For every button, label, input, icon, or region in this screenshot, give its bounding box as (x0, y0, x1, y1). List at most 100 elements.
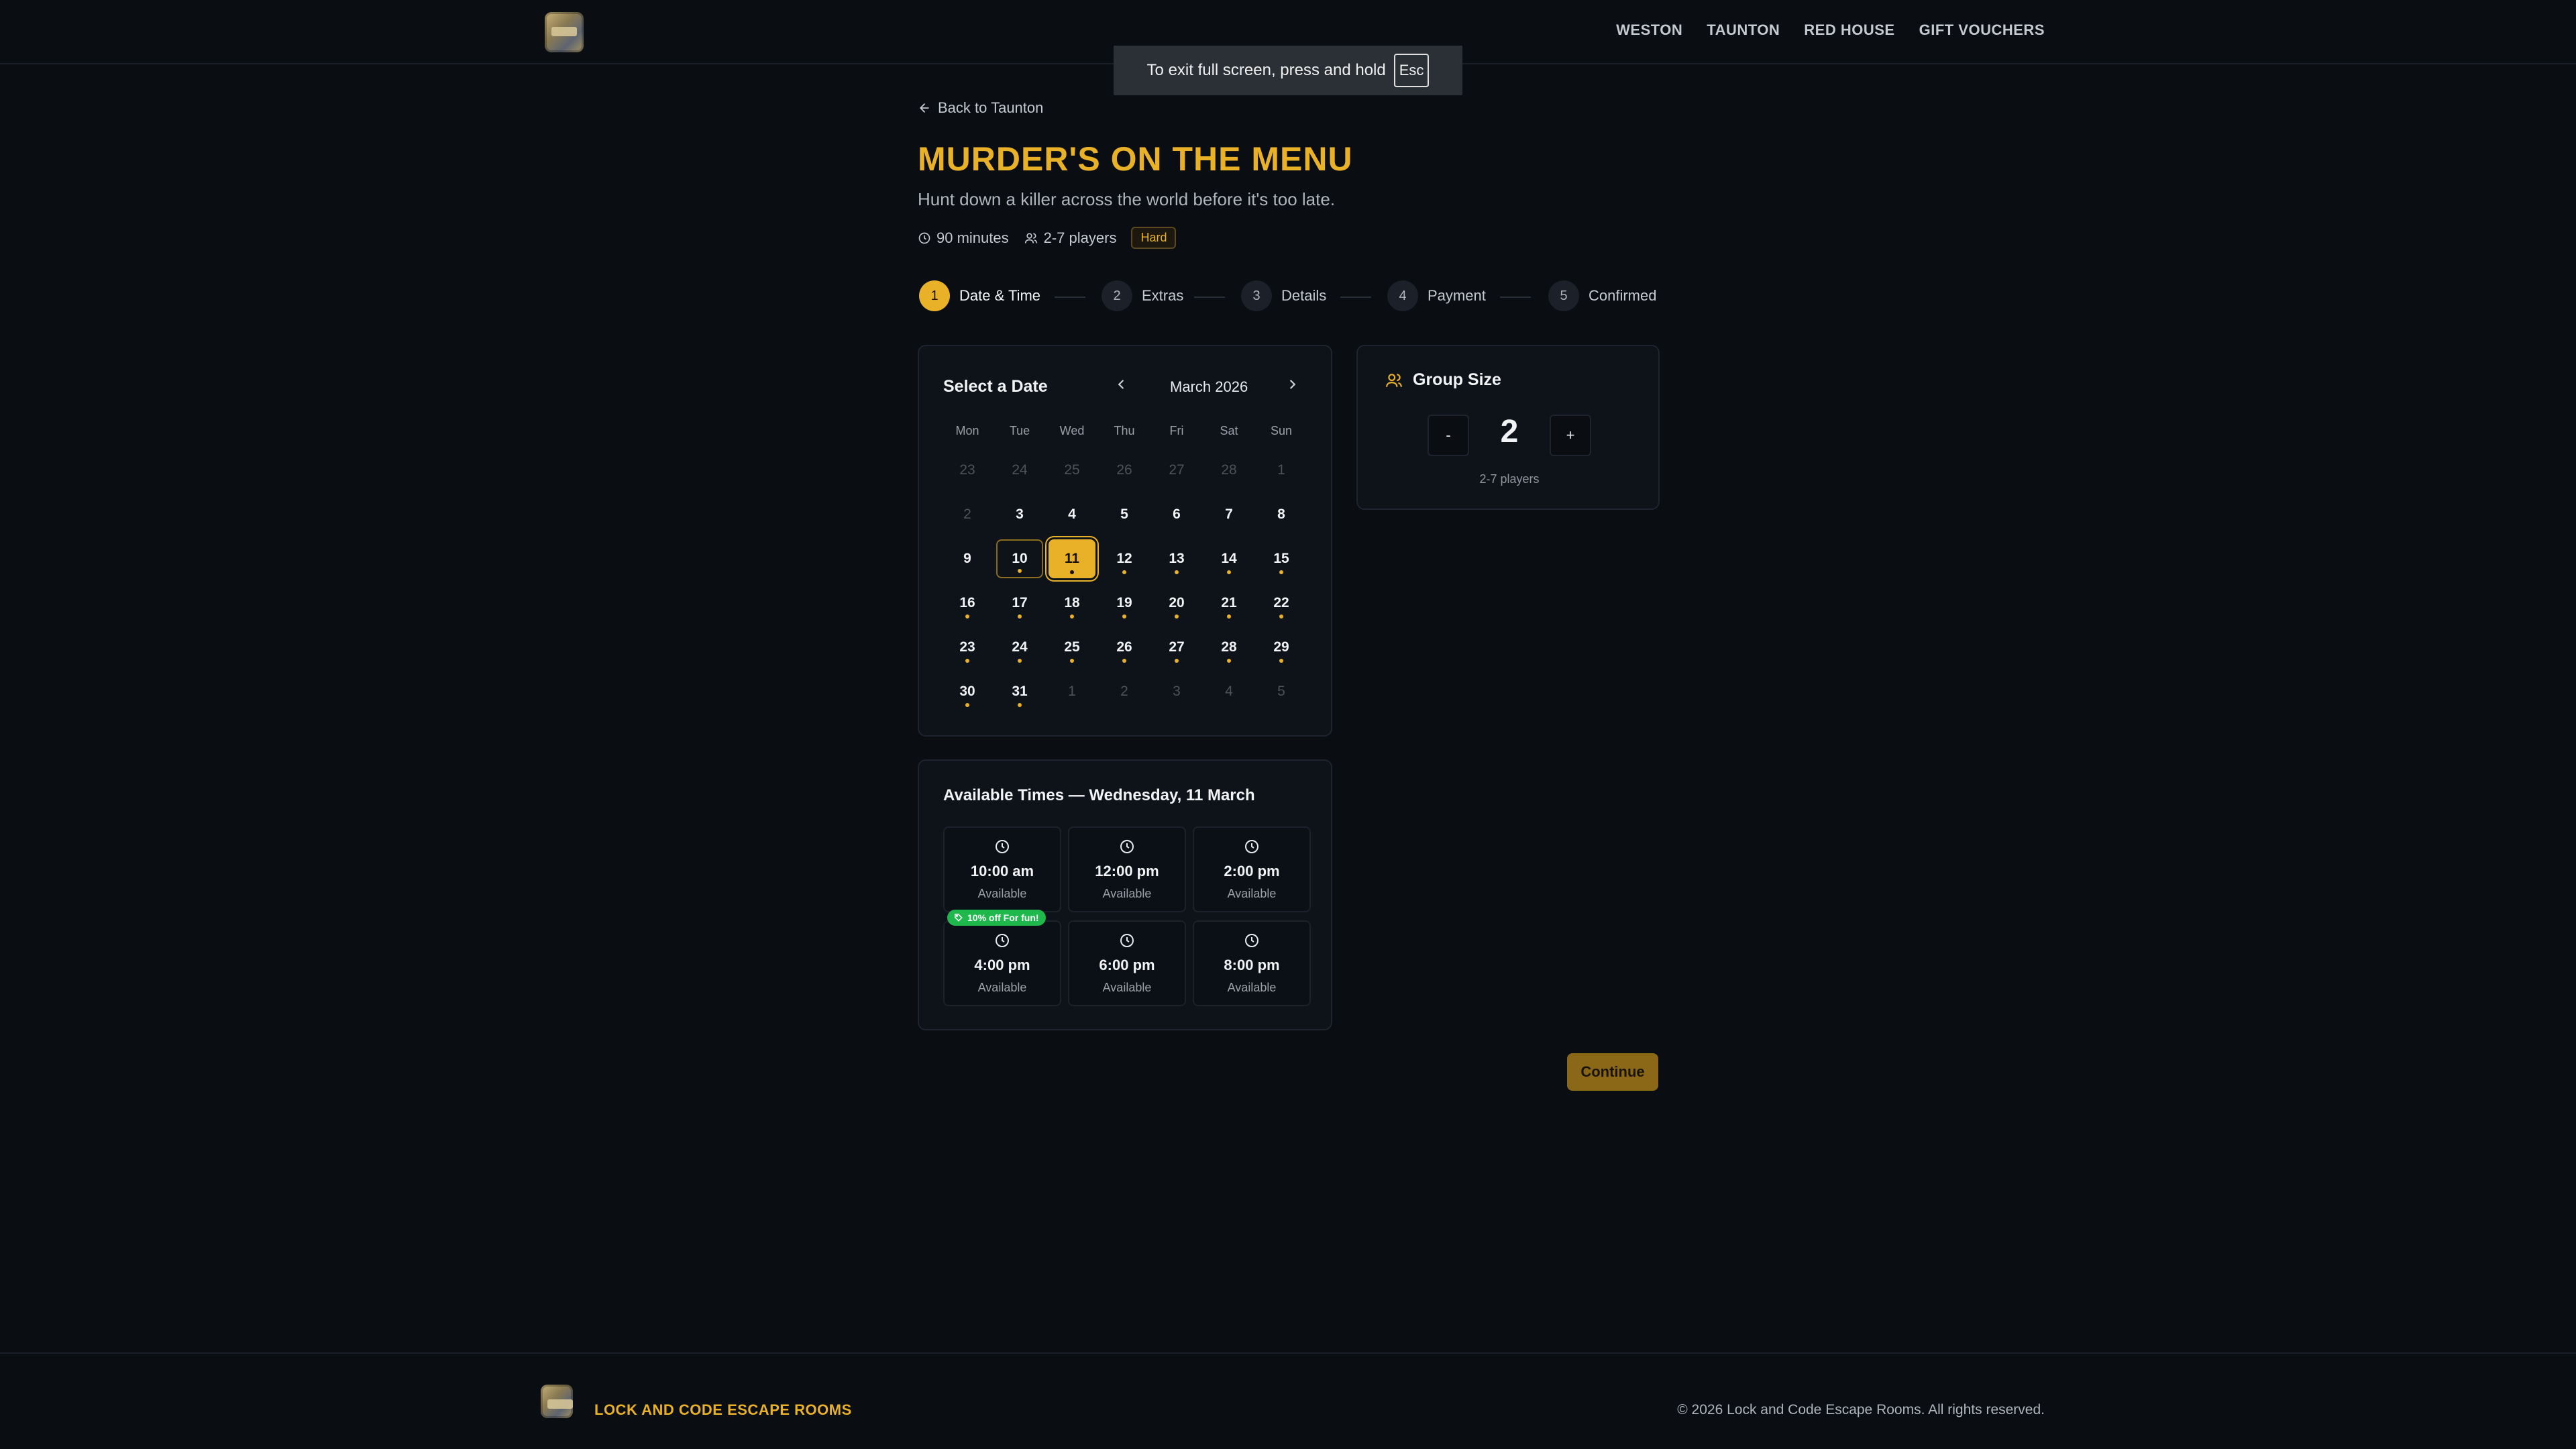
continue-button[interactable]: Continue (1567, 1053, 1658, 1091)
availability-dot (1070, 659, 1074, 663)
availability-dot (1279, 614, 1283, 619)
clock-icon (918, 232, 930, 244)
calendar-day[interactable]: 13 (1153, 539, 1200, 578)
calendar-day[interactable]: 20 (1153, 584, 1200, 623)
weekday-header: Tue (1009, 424, 1030, 437)
step-connector (1500, 297, 1531, 298)
day-number: 28 (1221, 639, 1237, 655)
calendar-day[interactable]: 10 (996, 539, 1043, 578)
time-slot[interactable]: 12:00 pm Available (1068, 826, 1186, 912)
footer-logo[interactable] (541, 1385, 573, 1418)
duration-info: 90 minutes (918, 229, 1009, 247)
site-logo[interactable] (545, 12, 584, 52)
day-number: 1 (1277, 462, 1285, 478)
calendar-day[interactable]: 15 (1258, 539, 1305, 578)
calendar-day[interactable]: 31 (996, 672, 1043, 711)
day-number: 16 (959, 595, 975, 610)
calendar-day[interactable]: 23 (944, 628, 991, 667)
day-number: 27 (1169, 462, 1185, 478)
previous-month-button[interactable] (1114, 376, 1128, 396)
calendar-day[interactable]: 17 (996, 584, 1043, 623)
calendar-day[interactable]: 5 (1101, 495, 1148, 534)
calendar-day[interactable]: 19 (1101, 584, 1148, 623)
calendar-day[interactable]: 22 (1258, 584, 1305, 623)
calendar-day[interactable]: 30 (944, 672, 991, 711)
calendar-day[interactable]: 24 (996, 628, 1043, 667)
availability-dot (965, 703, 969, 707)
calendar-day-selected[interactable]: 11 (1049, 539, 1095, 578)
day-number: 6 (1173, 506, 1181, 522)
calendar-day[interactable]: 29 (1258, 628, 1305, 667)
nav-link-weston[interactable]: WESTON (1616, 21, 1682, 39)
step-payment: 4 Payment (1387, 280, 1486, 311)
calendar-day[interactable]: 9 (944, 539, 991, 578)
day-number: 12 (1116, 551, 1132, 566)
calendar-day[interactable]: 21 (1205, 584, 1252, 623)
day-number: 5 (1120, 506, 1128, 522)
difficulty-badge: Hard (1131, 227, 1177, 249)
time-slot[interactable]: 8:00 pm Available (1193, 920, 1311, 1006)
back-link-label: Back to Taunton (938, 99, 1044, 116)
day-number: 19 (1116, 595, 1132, 610)
promo-badge: 10% off For fun! (947, 910, 1046, 926)
decrease-group-button[interactable]: - (1428, 415, 1469, 456)
calendar-day: 28 (1205, 451, 1252, 490)
slot-time: 12:00 pm (1095, 863, 1159, 879)
nav-link-gift-vouchers[interactable]: GIFT VOUCHERS (1919, 21, 2045, 39)
calendar-day[interactable]: 26 (1101, 628, 1148, 667)
day-number: 24 (1012, 462, 1028, 478)
step-details: 3 Details (1241, 280, 1326, 311)
day-number: 18 (1064, 595, 1080, 610)
day-number: 11 (1064, 551, 1080, 566)
time-slot[interactable]: 6:00 pm Available (1068, 920, 1186, 1006)
calendar-day: 23 (944, 451, 991, 490)
day-number: 24 (1012, 639, 1028, 655)
nav-link-taunton[interactable]: TAUNTON (1707, 21, 1780, 39)
day-number: 27 (1169, 639, 1185, 655)
availability-dot (1175, 659, 1179, 663)
availability-dot (1227, 614, 1231, 619)
calendar-day[interactable]: 14 (1205, 539, 1252, 578)
step-connector (1340, 297, 1371, 298)
players-text: 2-7 players (1043, 229, 1117, 246)
clock-icon (1194, 839, 1309, 855)
calendar-day[interactable]: 8 (1258, 495, 1305, 534)
increase-group-button[interactable]: + (1550, 415, 1591, 456)
day-number: 22 (1273, 595, 1289, 610)
calendar-day[interactable]: 7 (1205, 495, 1252, 534)
calendar-day[interactable]: 6 (1153, 495, 1200, 534)
footer-brand-name: LOCK AND CODE ESCAPE ROOMS (594, 1401, 852, 1418)
day-number: 3 (1173, 684, 1181, 699)
day-number: 5 (1277, 684, 1285, 699)
toast-text: To exit full screen, press and hold (1146, 61, 1386, 79)
day-number: 10 (1012, 551, 1028, 566)
time-slot[interactable]: 10:00 am Available (943, 826, 1061, 912)
date-picker-heading: Select a Date (943, 377, 1048, 396)
nav-link-red-house[interactable]: RED HOUSE (1804, 21, 1894, 39)
group-size-heading: Group Size (1385, 370, 1501, 390)
time-slot[interactable]: 4:00 pm Available (943, 920, 1061, 1006)
day-number: 20 (1169, 595, 1185, 610)
next-month-button[interactable] (1285, 376, 1300, 396)
calendar-day[interactable]: 12 (1101, 539, 1148, 578)
day-number: 4 (1068, 506, 1076, 522)
date-picker-card: Select a Date March 2026 Mon Tue Wed Thu Fri… (918, 345, 1332, 737)
day-number: 1 (1068, 684, 1076, 699)
calendar-day[interactable]: 25 (1049, 628, 1095, 667)
day-number: 4 (1225, 684, 1233, 699)
day-number: 15 (1273, 551, 1289, 566)
calendar-day: 26 (1101, 451, 1148, 490)
calendar-day[interactable]: 28 (1205, 628, 1252, 667)
calendar-day[interactable]: 18 (1049, 584, 1095, 623)
current-month: March 2026 (1170, 378, 1248, 395)
room-subtitle: Hunt down a killer across the world befo… (918, 189, 1336, 209)
time-slot[interactable]: 2:00 pm Available (1193, 826, 1311, 912)
back-link[interactable]: Back to Taunton (918, 99, 1043, 117)
group-size-title: Group Size (1413, 370, 1501, 389)
calendar-day[interactable]: 4 (1049, 495, 1095, 534)
calendar-day[interactable]: 3 (996, 495, 1043, 534)
calendar-day[interactable]: 27 (1153, 628, 1200, 667)
users-icon (1024, 233, 1037, 244)
calendar-day[interactable]: 16 (944, 584, 991, 623)
slot-time: 6:00 pm (1099, 957, 1155, 973)
